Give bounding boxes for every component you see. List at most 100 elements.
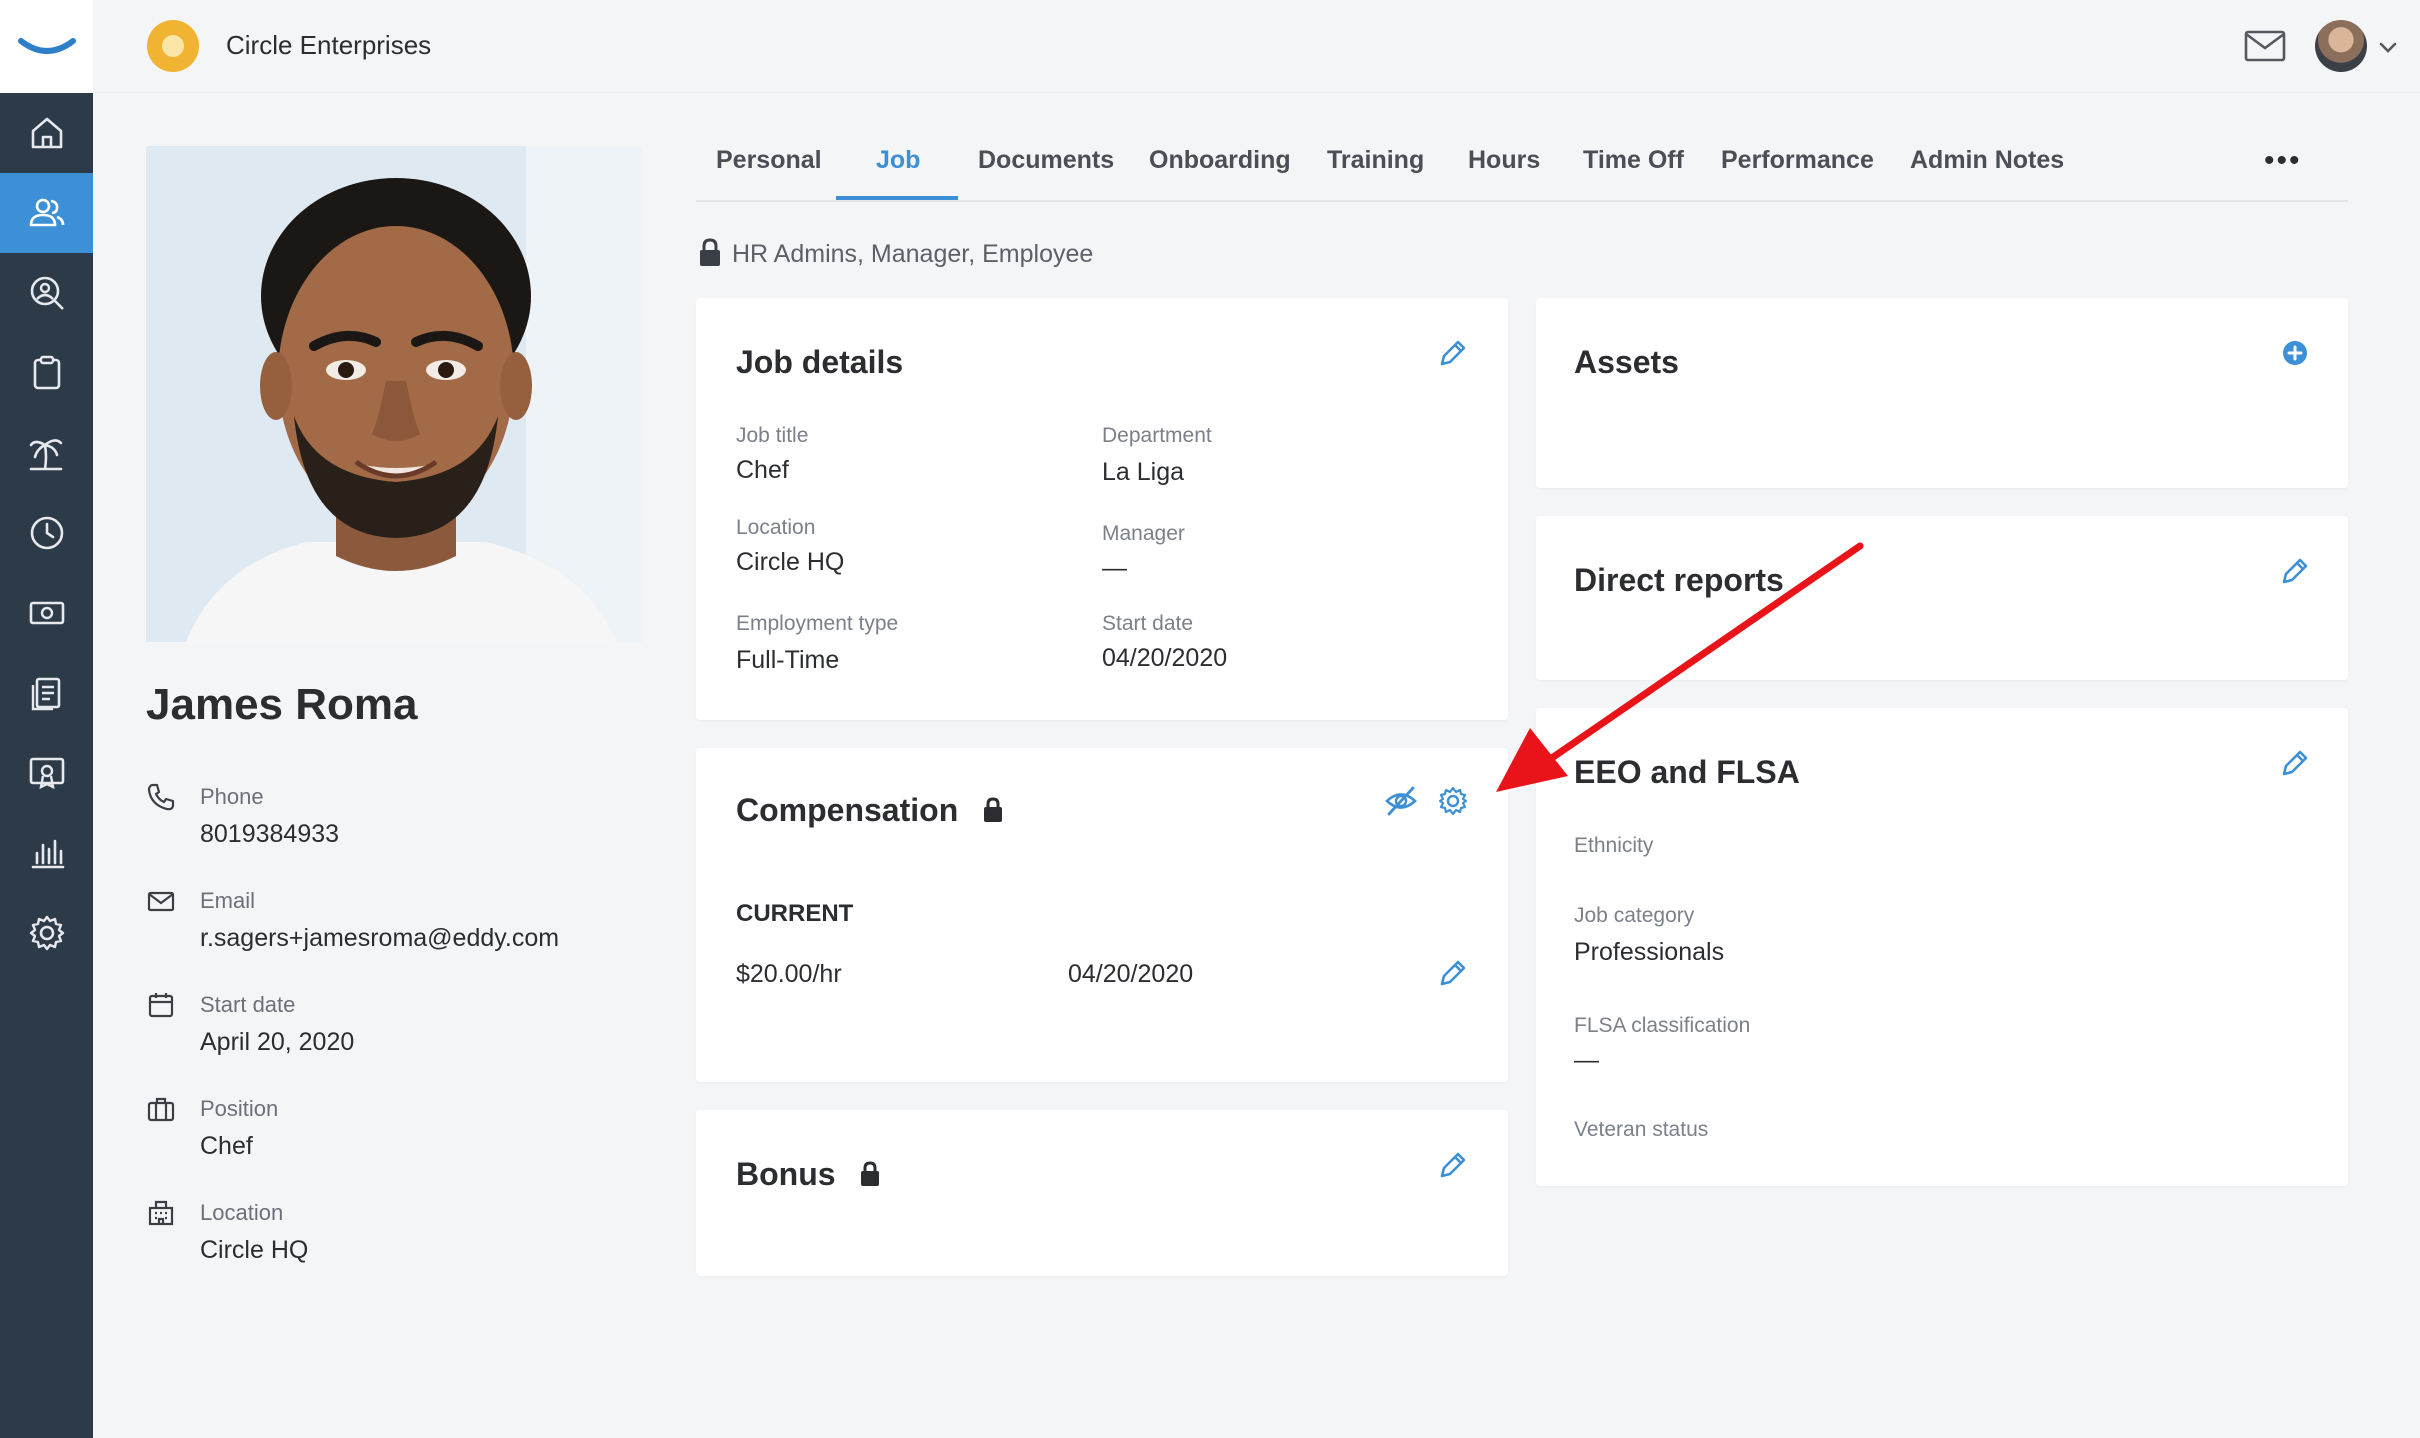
field-label: Manager: [1102, 522, 1185, 545]
home-icon: [31, 117, 62, 149]
app-logo[interactable]: [0, 0, 93, 93]
compensation-rate: $20.00/hr: [736, 960, 842, 988]
company-name[interactable]: Circle Enterprises: [226, 30, 431, 61]
search-person-icon: [30, 276, 64, 310]
calendar-icon: [148, 993, 174, 1018]
mail-icon[interactable]: [2243, 26, 2287, 66]
employee-photo: [146, 146, 642, 642]
plus-circle-icon: [2283, 341, 2307, 365]
field-value: Professionals: [1574, 938, 1725, 966]
tab-performance[interactable]: Performance: [1721, 146, 1874, 202]
add-asset-button[interactable]: [2278, 336, 2312, 370]
tab-hours[interactable]: Hours: [1468, 146, 1540, 202]
card-title-text: Compensation: [736, 792, 959, 828]
edit-bonus-button[interactable]: [1436, 1148, 1470, 1182]
company-logo[interactable]: [147, 20, 199, 72]
portrait-image: [146, 146, 642, 642]
sidebar: [0, 0, 93, 1438]
tab-job[interactable]: Job: [876, 146, 920, 202]
profile-field-label: Phone: [200, 784, 264, 809]
employee-name: James Roma: [146, 680, 418, 729]
lock-icon: [700, 238, 720, 266]
profile-location: Location Circle HQ: [146, 1196, 666, 1276]
edit-compensation-button[interactable]: [1436, 956, 1470, 990]
field-value: —: [1102, 554, 1127, 582]
tab-onboarding[interactable]: Onboarding: [1149, 146, 1291, 202]
field-label: Employment type: [736, 612, 899, 635]
lock-icon: [984, 797, 1003, 822]
field-label: Veteran status: [1574, 1118, 1709, 1141]
field-label: FLSA classification: [1574, 1014, 1751, 1037]
pencil-icon: [1440, 960, 1466, 986]
pencil-icon: [1440, 1152, 1466, 1178]
sidebar-item-recruiting[interactable]: [0, 253, 93, 333]
field-value: Chef: [736, 456, 789, 484]
palm-tree-icon: [29, 439, 62, 471]
profile-email: Email r.sagers+jamesroma@eddy.com: [146, 884, 666, 964]
job-details-card: Job details Job title Chef Department La…: [696, 298, 1508, 720]
edit-job-details-button[interactable]: [1436, 336, 1470, 370]
profile-field-value[interactable]: 8019384933: [200, 820, 339, 849]
field-label: Job category: [1574, 904, 1695, 927]
sidebar-item-home[interactable]: [0, 93, 93, 173]
sidebar-item-time-off[interactable]: [0, 413, 93, 493]
card-title: Job details: [736, 344, 904, 380]
tab-training[interactable]: Training: [1327, 146, 1424, 202]
email-icon: [147, 891, 175, 912]
sidebar-item-settings[interactable]: [0, 893, 93, 973]
card-title: Bonus: [736, 1156, 880, 1193]
sidebar-item-hours[interactable]: [0, 493, 93, 573]
profile-field-value: Circle HQ: [200, 1236, 309, 1264]
field-label: Department: [1102, 424, 1212, 447]
tab-personal[interactable]: Personal: [716, 146, 822, 202]
lock-icon: [861, 1161, 880, 1186]
edit-direct-reports-button[interactable]: [2278, 554, 2312, 588]
sidebar-item-tasks[interactable]: [0, 333, 93, 413]
user-avatar[interactable]: [2315, 20, 2367, 72]
clock-icon: [30, 516, 63, 550]
profile-start-date: Start date April 20, 2020: [146, 988, 666, 1068]
money-icon: [29, 601, 64, 625]
eeo-flsa-card: EEO and FLSA Ethnicity Job category Prof…: [1536, 708, 2348, 1186]
tab-documents[interactable]: Documents: [978, 146, 1114, 202]
compensation-date: 04/20/2020: [1068, 960, 1194, 988]
more-tabs-button[interactable]: •••: [2264, 144, 2302, 178]
field-value: Full-Time: [736, 646, 840, 674]
field-label: Ethnicity: [1574, 834, 1654, 857]
assets-card: Assets: [1536, 298, 2348, 488]
sidebar-item-reports[interactable]: [0, 813, 93, 893]
pencil-icon: [1440, 340, 1466, 366]
tab-time-off[interactable]: Time Off: [1583, 146, 1684, 202]
profile-field-label: Location: [200, 1200, 284, 1225]
field-label: Start date: [1102, 612, 1194, 635]
briefcase-icon: [147, 1097, 175, 1122]
card-title-text: Bonus: [736, 1156, 836, 1192]
smile-logo-icon: [17, 37, 76, 54]
profile-field-label: Email: [200, 888, 256, 913]
compensation-settings-button[interactable]: [1436, 784, 1470, 818]
people-icon: [29, 198, 64, 227]
bonus-card: Bonus: [696, 1110, 1508, 1276]
field-label: Location: [736, 516, 816, 539]
profile-field-value: April 20, 2020: [200, 1028, 355, 1056]
profile-field-value[interactable]: r.sagers+jamesroma@eddy.com: [200, 924, 559, 953]
sidebar-item-payroll[interactable]: [0, 573, 93, 653]
profile-tabs: Personal Job Documents Onboarding Traini…: [696, 140, 2348, 202]
card-title: EEO and FLSA: [1574, 754, 1800, 790]
chevron-down-icon[interactable]: [2377, 36, 2399, 58]
eye-off-icon: [1385, 786, 1417, 816]
hide-compensation-button[interactable]: [1384, 784, 1418, 818]
profile-position: Position Chef: [146, 1092, 666, 1172]
field-value: —: [1574, 1046, 1599, 1074]
tab-admin-notes[interactable]: Admin Notes: [1910, 146, 2064, 202]
compensation-section-label: CURRENT: [736, 900, 854, 927]
certificate-icon: [29, 757, 64, 790]
edit-eeo-button[interactable]: [2278, 746, 2312, 780]
sidebar-item-training[interactable]: [0, 733, 93, 813]
sidebar-item-people[interactable]: [0, 173, 93, 253]
card-title: Direct reports: [1574, 562, 1784, 598]
sidebar-item-documents[interactable]: [0, 653, 93, 733]
field-value: 04/20/2020: [1102, 644, 1228, 672]
access-note-text: HR Admins, Manager, Employee: [732, 240, 1094, 268]
card-title: Compensation: [736, 792, 1003, 829]
